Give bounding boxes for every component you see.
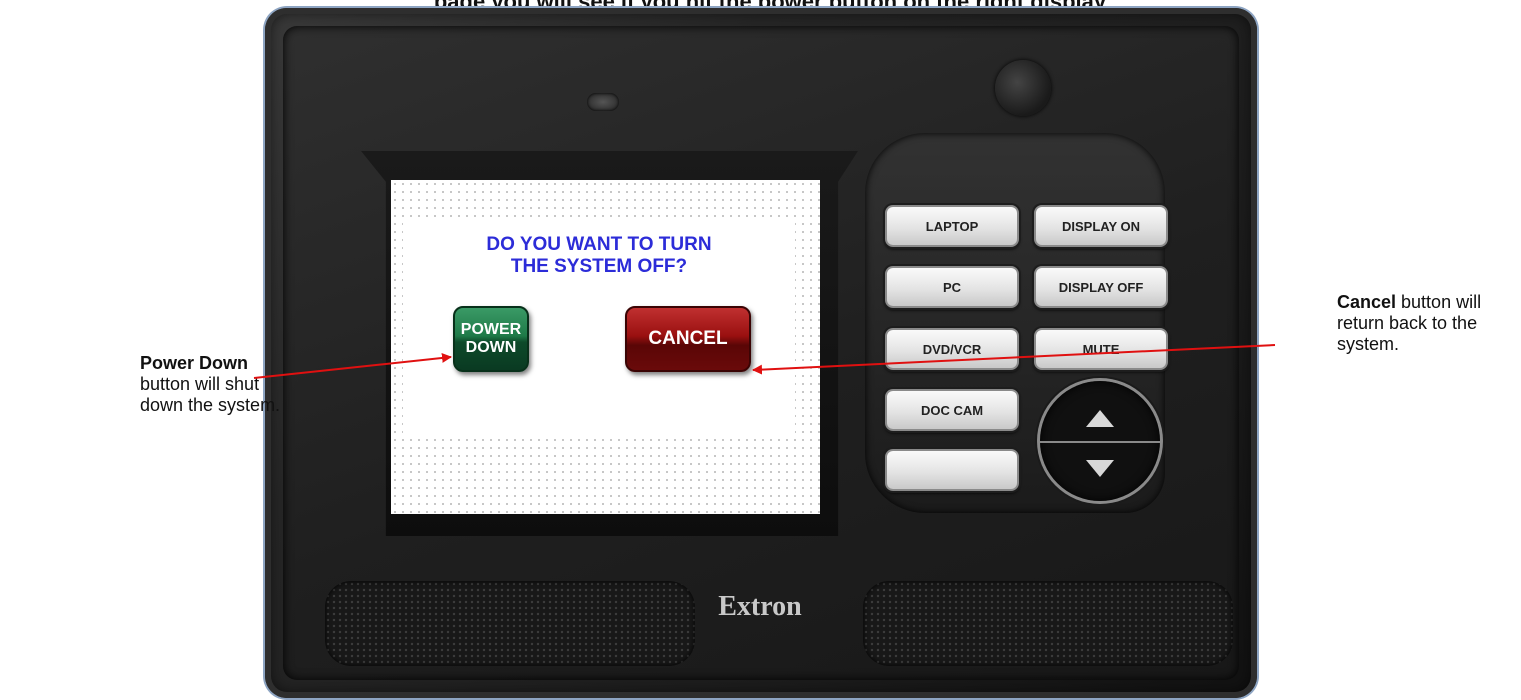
annotation-arrows xyxy=(253,344,1276,379)
cancel-arrow xyxy=(752,344,1276,375)
power-down-arrow xyxy=(253,352,452,379)
